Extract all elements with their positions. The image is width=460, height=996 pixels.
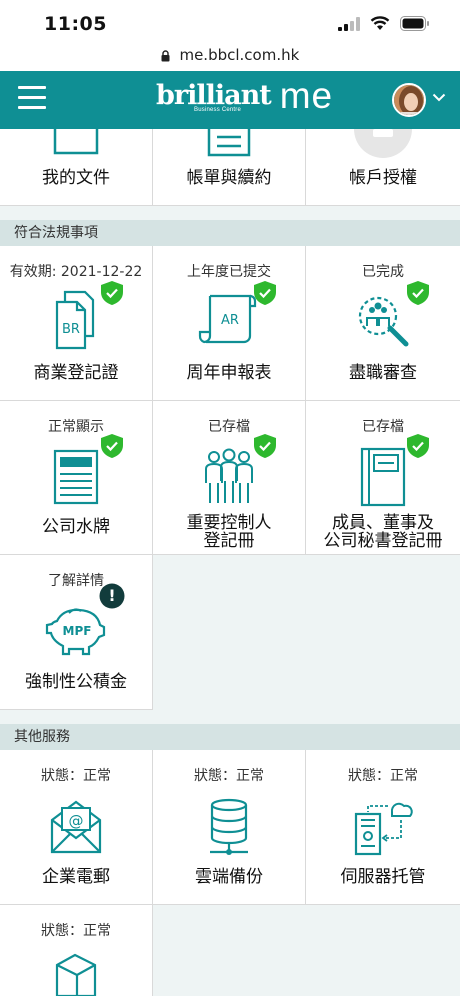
tile-label: 盡職審查 [349, 363, 417, 383]
tile-members-register[interactable]: 已存檔 成員、董事及 公司秘書登記冊 [306, 401, 460, 555]
tile-business-registration[interactable]: 有效期: 2021-12-22 BR 商業登記證 [0, 246, 153, 401]
tile-status: 狀態：正常 [348, 768, 418, 784]
svg-text:@: @ [69, 812, 84, 830]
tile-status: 了解詳情 [48, 573, 104, 589]
empty-cell [153, 555, 460, 710]
section-header-compliance: 符合法規事項 [0, 220, 460, 246]
tile-label: 企業電郵 [42, 867, 110, 887]
alert-mark: ! [108, 586, 116, 605]
signal-icon [338, 16, 360, 31]
url-text: me.bbcl.com.hk [179, 46, 300, 64]
status-bar: 11:05 [0, 0, 460, 46]
services-row: 狀態：正常 [0, 905, 460, 996]
services-row: 狀態：正常 @ 企業電郵 狀態：正常 雲端備份 狀態：正常 伺服器托管 [0, 750, 460, 905]
tile-company-signboard[interactable]: 正常顯示 公司水牌 [0, 401, 153, 555]
tile-label-line2: 登記冊 [203, 531, 255, 551]
ar-scroll-icon: AR [198, 294, 257, 344]
verified-check-icon [407, 281, 429, 305]
tile-label: 伺服器托管 [340, 867, 426, 887]
tile-my-files[interactable]: 我的文件 [0, 129, 153, 206]
section-header-other-services: 其他服務 [0, 724, 460, 750]
avatar[interactable] [392, 83, 426, 117]
avatar-image [394, 85, 424, 115]
svg-text:AR: AR [221, 313, 239, 328]
tile-status: 已存檔 [208, 419, 250, 435]
brand-me: me [279, 75, 334, 116]
menu-line [18, 86, 46, 89]
status-time: 11:05 [44, 13, 107, 35]
tile-status: 狀態：正常 [41, 923, 111, 939]
empty-cell [153, 905, 460, 996]
people-icon [205, 448, 253, 503]
lock-icon [161, 49, 170, 61]
tile-label: 帳單與續約 [186, 168, 272, 188]
menu-line [18, 106, 46, 109]
tile-billing[interactable]: 帳單與續約 [153, 129, 306, 206]
signboard-icon [53, 449, 99, 505]
tile-label: 帳戶授權 [349, 168, 417, 188]
top-row: 我的文件 帳單與續約 帳戶授權 [0, 129, 460, 206]
svg-text:BR: BR [62, 322, 80, 337]
tile-status: 上年度已提交 [187, 264, 271, 280]
tile-due-diligence[interactable]: 已完成 盡職審查 [306, 246, 460, 401]
tile-storage[interactable]: 狀態：正常 [0, 905, 153, 996]
tile-status: 正常顯示 [48, 419, 104, 435]
verified-check-icon [254, 281, 276, 305]
status-icons [338, 16, 430, 31]
brand-logo[interactable]: brilliant Business Centre me [156, 77, 333, 123]
tile-label: 雲端備份 [195, 867, 263, 887]
battery-icon [400, 16, 429, 31]
verified-check-icon [407, 434, 429, 458]
section-gap [0, 710, 460, 724]
menu-line [18, 96, 46, 99]
invoice-icon [207, 129, 251, 157]
tile-label: 我的文件 [42, 168, 110, 188]
tile-status: 已存檔 [362, 419, 404, 435]
url-bar[interactable]: me.bbcl.com.hk [0, 46, 460, 70]
tile-server-hosting[interactable]: 狀態：正常 伺服器托管 [306, 750, 460, 905]
server-cloud-icon [354, 802, 413, 856]
compliance-row: 有效期: 2021-12-22 BR 商業登記證 上年度已提交 AR 周年申報表… [0, 246, 460, 401]
section-gap [0, 206, 460, 220]
mpf-piggy-icon: MPF [45, 608, 106, 656]
menu-button[interactable] [18, 86, 46, 112]
tile-label-line2: 公司秘書登記冊 [323, 531, 443, 551]
tile-label: 周年申報表 [186, 363, 272, 383]
verified-check-icon [101, 281, 123, 305]
tile-mpf[interactable]: 了解詳情 MPF ! 強制性公積金 [0, 555, 153, 710]
compliance-row: 了解詳情 MPF ! 強制性公積金 [0, 555, 460, 710]
tile-status: 已完成 [362, 264, 404, 280]
tile-account-auth[interactable]: 帳戶授權 [306, 129, 460, 206]
br-document-icon: BR [55, 290, 95, 350]
document-icon [53, 129, 99, 155]
svg-text:MPF: MPF [63, 624, 92, 638]
tile-status: 狀態：正常 [194, 768, 264, 784]
register-book-icon [360, 447, 406, 507]
tile-status: 有效期: 2021-12-22 [9, 264, 143, 280]
tile-status: 狀態：正常 [41, 768, 111, 784]
email-icon: @ [50, 800, 102, 854]
tile-label: 強制性公積金 [25, 672, 127, 692]
tile-annual-return[interactable]: 上年度已提交 AR 周年申報表 [153, 246, 306, 401]
account-folder-icon [354, 129, 412, 158]
tile-corporate-email[interactable]: 狀態：正常 @ 企業電郵 [0, 750, 153, 905]
verified-check-icon [254, 434, 276, 458]
tile-label: 公司水牌 [42, 517, 110, 537]
wifi-icon [370, 16, 390, 30]
tile-cloud-backup[interactable]: 狀態：正常 雲端備份 [153, 750, 306, 905]
database-icon [210, 798, 248, 855]
box-icon [55, 953, 97, 996]
chevron-down-icon[interactable] [432, 93, 446, 102]
verified-check-icon [101, 434, 123, 458]
tile-significant-controllers[interactable]: 已存檔 重要控制人 登記冊 [153, 401, 306, 555]
brand-subtitle: Business Centre [194, 107, 242, 113]
app-header: brilliant Business Centre me [0, 71, 460, 129]
tile-label: 商業登記證 [33, 363, 119, 383]
compliance-row: 正常顯示 公司水牌 已存檔 重要控制人 登記冊 已存檔 成員、董事及 公司秘書登… [0, 401, 460, 555]
due-diligence-icon [358, 296, 409, 347]
